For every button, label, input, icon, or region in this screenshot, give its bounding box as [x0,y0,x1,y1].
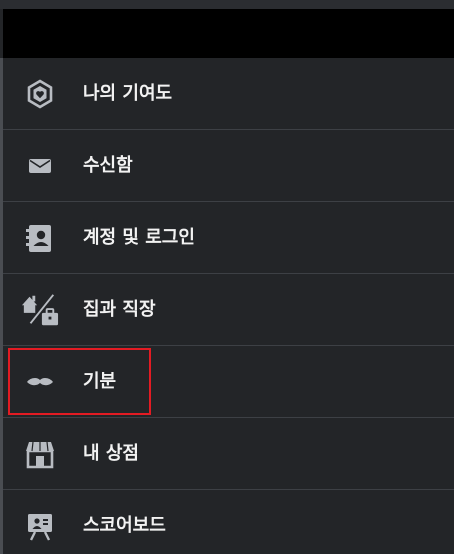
menu-item-contribution[interactable]: 나의 기여도 [3,58,454,130]
menu-item-label: 스코어보드 [83,515,166,536]
menu-item-label: 기분 [83,371,117,392]
menu-item-label: 집과 직장 [83,299,156,320]
scoreboard-icon [21,510,59,542]
menu-item-label: 계정 및 로그인 [83,227,195,248]
side-menu: 나의 기여도 수신함 계정 및 로그인 집과 직장 기분 내 상점 스코어보드 [3,58,454,554]
app-frame: 나의 기여도 수신함 계정 및 로그인 집과 직장 기분 내 상점 스코어보드 [0,0,454,554]
home-work-icon [21,294,59,326]
inbox-icon [21,150,59,182]
store-icon [21,438,59,470]
menu-item-inbox[interactable]: 수신함 [3,130,454,202]
account-icon [21,222,59,254]
mood-icon [21,366,59,398]
menu-item-label: 수신함 [83,155,133,176]
menu-item-store[interactable]: 내 상점 [3,418,454,490]
header-bar [3,9,454,58]
menu-item-mood[interactable]: 기분 [3,346,454,418]
menu-item-label: 나의 기여도 [83,83,173,104]
menu-item-label: 내 상점 [83,443,139,464]
contribution-icon [21,78,59,110]
menu-item-account[interactable]: 계정 및 로그인 [3,202,454,274]
status-strip [0,0,454,9]
menu-item-home-work[interactable]: 집과 직장 [3,274,454,346]
menu-item-scoreboard[interactable]: 스코어보드 [3,490,454,554]
